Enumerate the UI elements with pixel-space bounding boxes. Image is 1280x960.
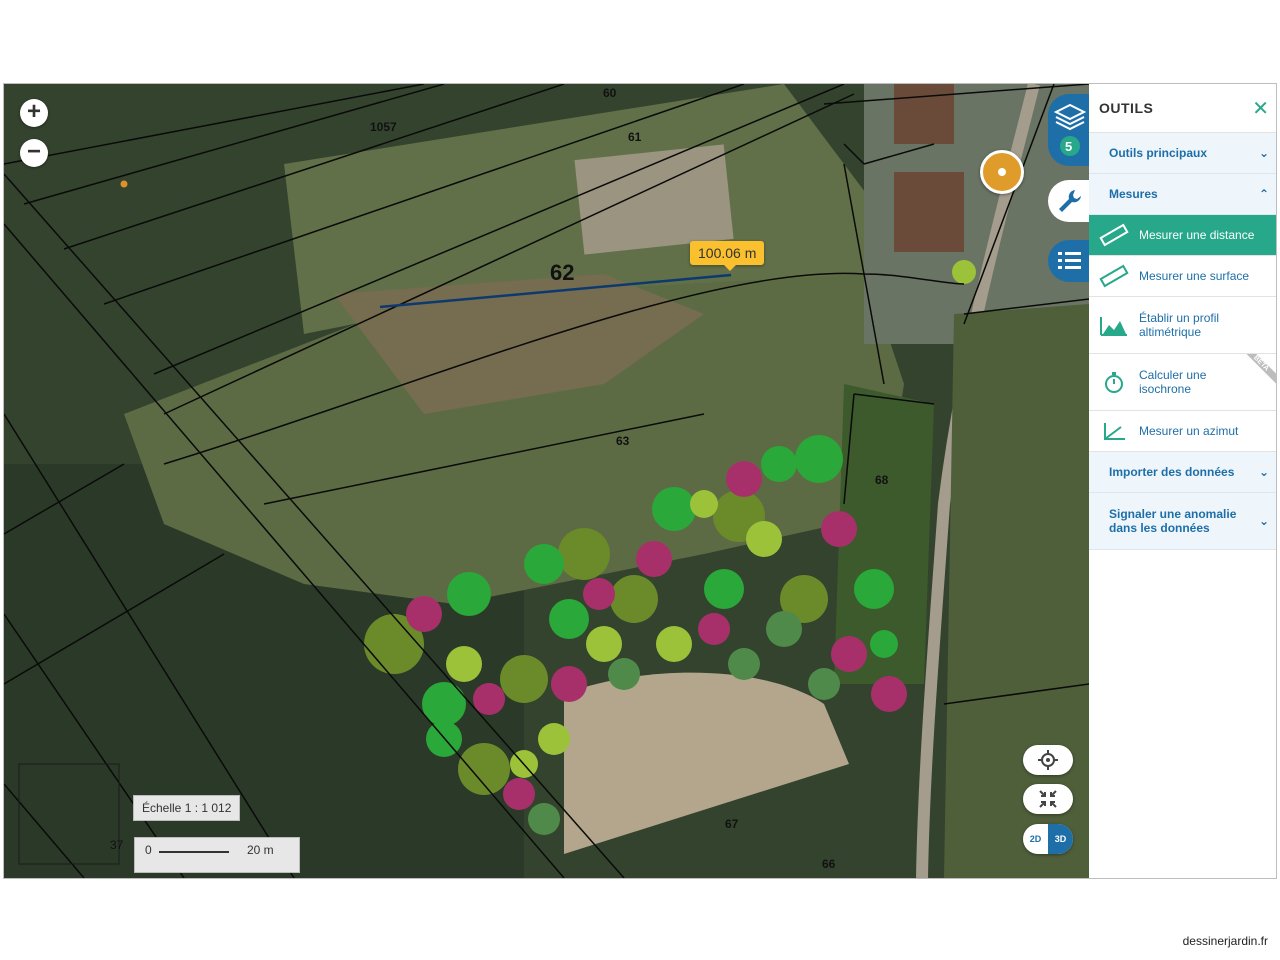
- parcel-label-61: 61: [628, 130, 642, 144]
- stopwatch-icon: [1097, 367, 1131, 397]
- view-2d-option[interactable]: 2D: [1023, 824, 1048, 854]
- tool-azimuth[interactable]: Mesurer un azimut: [1089, 411, 1276, 452]
- section-main-tools[interactable]: Outils principaux ⌄: [1089, 133, 1276, 174]
- mountain-profile-icon: [1097, 310, 1131, 340]
- scale-bar-end: 20 m: [247, 843, 274, 857]
- layers-count: 5: [1065, 139, 1073, 154]
- tool-isochrone[interactable]: Calculer une isochrone BETA: [1089, 354, 1276, 411]
- app-frame: 60 1057 61 62 63 68 67 66 37 100.06 m + …: [3, 83, 1277, 879]
- chevron-up-icon: ⌃: [1258, 187, 1269, 201]
- parcel-label-63: 63: [616, 434, 630, 448]
- beta-badge: BETA: [1245, 354, 1276, 386]
- tool-measure-surface-label: Mesurer une surface: [1139, 269, 1250, 283]
- chevron-down-icon: ⌄: [1258, 514, 1269, 528]
- section-import[interactable]: Importer des données ⌄: [1089, 452, 1276, 493]
- tool-azimuth-label: Mesurer un azimut: [1139, 424, 1239, 438]
- tools-panel: OUTILS ✕ Outils principaux ⌄ Mesures ⌃ M…: [1089, 84, 1276, 878]
- parcel-label-67: 67: [725, 817, 739, 831]
- site-credit: dessinerjardin.fr: [1182, 934, 1268, 948]
- map-view[interactable]: 60 1057 61 62 63 68 67 66 37 100.06 m + …: [4, 84, 1089, 878]
- tools-tab[interactable]: [1048, 180, 1089, 222]
- legend-tab[interactable]: [1048, 240, 1089, 282]
- section-measures-label: Mesures: [1109, 187, 1158, 201]
- tool-measure-surface[interactable]: Mesurer une surface: [1089, 256, 1276, 297]
- aerial-imagery: [4, 84, 1089, 878]
- ruler-icon: [1097, 220, 1131, 250]
- parcel-label-66: 66: [822, 857, 836, 871]
- geolocate-button[interactable]: [1023, 745, 1073, 775]
- parcel-label-37: 37: [110, 838, 124, 852]
- azimuth-icon: [1097, 416, 1131, 446]
- measure-distance-label: 100.06 m: [690, 241, 765, 271]
- parcel-label-68: 68: [875, 473, 889, 487]
- close-icon[interactable]: ✕: [1252, 96, 1269, 121]
- chevron-down-icon: ⌄: [1258, 146, 1269, 160]
- panel-title: OUTILS: [1099, 100, 1154, 116]
- parcel-label-60: 60: [603, 86, 617, 100]
- section-report-label: Signaler une anomalie dans les données: [1109, 507, 1237, 535]
- tool-measure-distance[interactable]: Mesurer une distance: [1089, 215, 1276, 256]
- scale-bar-start: 0: [145, 843, 152, 857]
- parcel-label-62: 62: [550, 260, 575, 285]
- tool-elevation-profile[interactable]: Établir un profil altimétrique: [1089, 297, 1276, 354]
- ruler-area-icon: [1097, 261, 1131, 291]
- list-icon: [1058, 252, 1081, 269]
- panel-header: OUTILS ✕: [1089, 84, 1276, 133]
- section-report[interactable]: Signaler une anomalie dans les données ⌄: [1089, 493, 1276, 550]
- parcel-label-1057: 1057: [370, 120, 397, 134]
- chevron-down-icon: ⌄: [1258, 465, 1269, 479]
- tool-measure-distance-label: Mesurer une distance: [1139, 228, 1255, 242]
- scale-bar-line: [159, 851, 229, 853]
- tool-isochrone-label: Calculer une isochrone: [1139, 368, 1207, 396]
- zoom-in-button[interactable]: +: [20, 99, 48, 127]
- scale-ratio: Échelle 1 : 1 012: [133, 795, 241, 821]
- section-measures[interactable]: Mesures ⌃: [1089, 174, 1276, 215]
- collapse-icon: [1039, 790, 1057, 808]
- tool-elevation-profile-label: Établir un profil altimétrique: [1139, 311, 1220, 339]
- crosshair-icon: [1038, 750, 1058, 770]
- scale-bar: 0 20 m: [134, 837, 300, 873]
- view-mode-toggle[interactable]: 2D 3D: [1023, 824, 1073, 854]
- layers-icon: [1053, 103, 1087, 156]
- fullscreen-button[interactable]: [1023, 784, 1073, 814]
- map-marker-dot: [120, 180, 128, 188]
- section-import-label: Importer des données: [1109, 465, 1235, 479]
- map-poi-marker[interactable]: [980, 150, 1024, 194]
- section-main-tools-label: Outils principaux: [1109, 146, 1208, 160]
- layers-tab[interactable]: 5: [1048, 94, 1089, 166]
- wrench-icon: [1059, 190, 1081, 212]
- zoom-out-button[interactable]: −: [20, 139, 48, 167]
